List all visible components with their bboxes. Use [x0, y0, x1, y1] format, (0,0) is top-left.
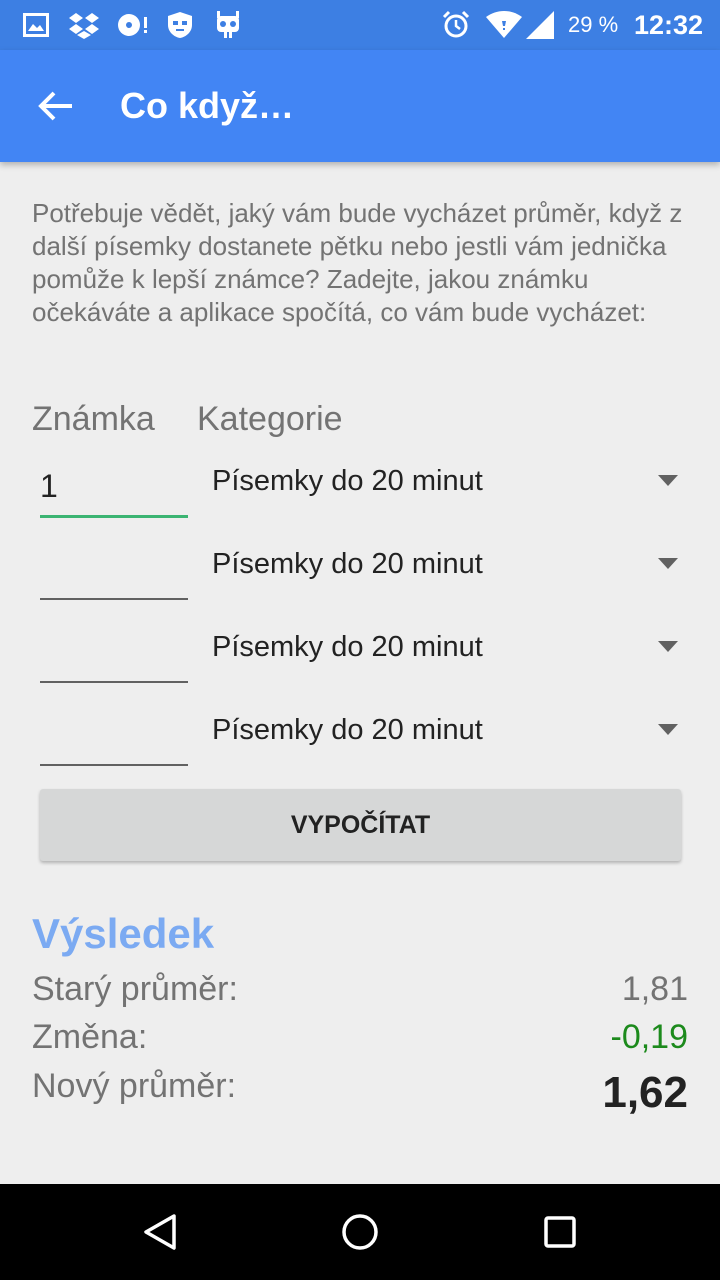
grade-input[interactable]	[40, 623, 188, 683]
home-circle-icon	[342, 1214, 378, 1250]
category-spinner[interactable]: Písemky do 20 minut	[212, 700, 688, 760]
category-spinner[interactable]: Písemky do 20 minut	[212, 534, 688, 594]
arrow-back-icon	[38, 91, 72, 121]
image-icon	[22, 10, 50, 40]
back-triangle-icon	[144, 1214, 176, 1250]
clock: 12:32	[634, 10, 704, 40]
category-column-header: Kategorie	[197, 400, 343, 438]
signal-icon	[524, 10, 556, 40]
nav-home-button[interactable]	[330, 1202, 390, 1262]
back-button[interactable]	[22, 72, 90, 140]
dropdown-arrow-icon	[658, 724, 678, 735]
dropbox-icon	[66, 10, 102, 40]
grade-input[interactable]	[40, 458, 188, 518]
change-label: Změna:	[32, 1018, 148, 1056]
dropdown-arrow-icon	[658, 475, 678, 486]
category-spinner-label: Písemky do 20 minut	[212, 631, 483, 663]
change-value: -0,19	[610, 1018, 689, 1056]
battery-text: 29 %	[568, 12, 619, 37]
grade-input[interactable]	[40, 540, 188, 600]
category-spinner[interactable]: Písemky do 20 minut	[212, 617, 688, 677]
dropdown-arrow-icon	[658, 558, 678, 569]
result-title: Výsledek	[32, 910, 215, 957]
grade-column-header: Známka	[32, 400, 155, 438]
app-bar: Co když…	[0, 50, 720, 162]
dropdown-arrow-icon	[658, 641, 678, 652]
wifi-icon	[484, 10, 524, 40]
nav-back-button[interactable]	[130, 1202, 190, 1262]
category-spinner-label: Písemky do 20 minut	[212, 714, 483, 746]
navigation-bar	[0, 1184, 720, 1280]
page-title: Co když…	[120, 85, 295, 126]
category-spinner-label: Písemky do 20 minut	[212, 548, 483, 580]
old-average-value: 1,81	[621, 970, 688, 1008]
description-text: Potřebuje vědět, jaký vám bude vycházet …	[32, 198, 683, 327]
alarm-icon	[440, 10, 472, 40]
old-average-label: Starý průměr:	[32, 970, 238, 1008]
disc-alert-icon	[116, 10, 150, 40]
category-spinner[interactable]: Písemky do 20 minut	[212, 451, 688, 511]
shield-face-icon	[166, 10, 194, 40]
nav-recents-button[interactable]	[530, 1202, 590, 1262]
robot-icon	[212, 10, 244, 40]
calculate-button[interactable]: VYPOČÍTAT	[40, 789, 681, 861]
status-bar: 29 % 12:32	[0, 0, 720, 50]
new-average-value: 1,62	[602, 1068, 688, 1117]
grade-input[interactable]	[40, 706, 188, 766]
new-average-label: Nový průměr:	[32, 1067, 237, 1105]
category-spinner-label: Písemky do 20 minut	[212, 465, 483, 497]
recents-square-icon	[544, 1216, 576, 1248]
